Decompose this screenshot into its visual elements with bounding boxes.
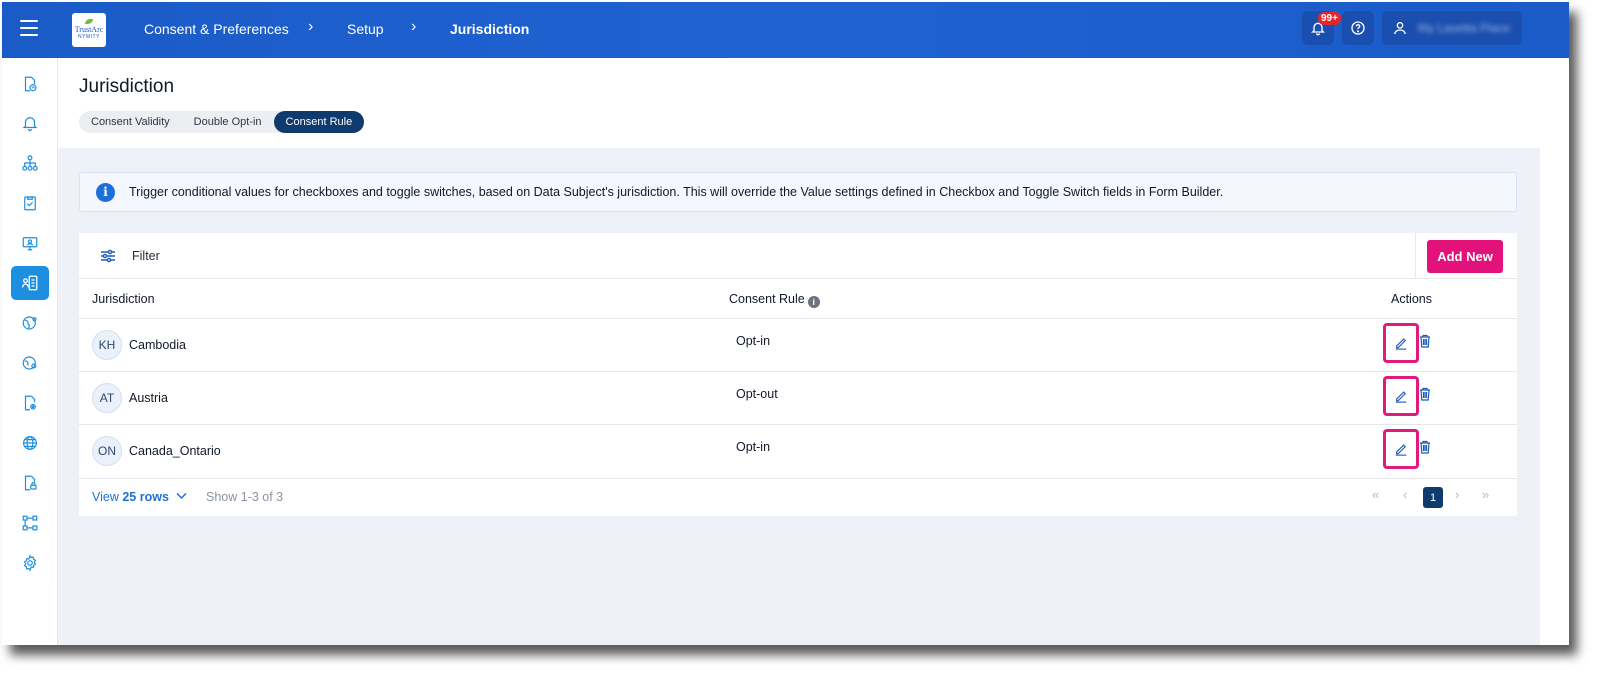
trash-icon[interactable] xyxy=(1419,334,1431,348)
sidebar-item-notifications[interactable] xyxy=(11,106,49,140)
next-page-icon[interactable]: › xyxy=(1455,487,1459,502)
globe-user-alt-icon xyxy=(22,356,37,370)
jurisdiction-avatar: ON xyxy=(92,436,122,466)
page-title: Jurisdiction xyxy=(79,76,175,97)
jurisdiction-name: Cambodia xyxy=(129,338,186,352)
form-user-icon xyxy=(21,275,38,291)
notification-badge: 99+ xyxy=(1318,12,1341,25)
document-lock-icon xyxy=(24,475,37,491)
rows-per-page-value: 25 rows xyxy=(122,490,169,504)
breadcrumb-jurisdiction: Jurisdiction xyxy=(450,21,530,37)
filter-bar: Filter Add New xyxy=(79,233,1517,279)
pencil-icon xyxy=(1395,338,1407,350)
help-icon xyxy=(1351,21,1365,35)
filter-button[interactable]: Filter xyxy=(132,249,160,263)
jurisdiction-avatar: AT xyxy=(92,383,122,413)
document-clock-icon xyxy=(24,76,37,92)
chevron-down-icon xyxy=(176,492,187,500)
sidebar-item-hierarchy[interactable] xyxy=(11,146,49,180)
sidebar-item-document-settings[interactable] xyxy=(11,386,49,420)
last-page-icon[interactable]: » xyxy=(1482,487,1489,502)
top-bar: TrustArc NYMITY Consent & Preferences › … xyxy=(2,2,1569,58)
table-row: AT Austria Opt-out xyxy=(79,371,1517,424)
app-window: TrustArc NYMITY Consent & Preferences › … xyxy=(2,2,1569,645)
sidebar-item-document-clock[interactable] xyxy=(11,67,49,101)
help-button[interactable] xyxy=(1342,11,1374,45)
rows-per-page-prefix: View xyxy=(92,490,119,504)
pagination-bar: View 25 rows Show 1-3 of 3 « ‹ 1 › » xyxy=(79,478,1517,516)
jurisdiction-name: Canada_Ontario xyxy=(129,444,221,458)
hierarchy-icon xyxy=(22,155,38,171)
divider xyxy=(1415,233,1416,279)
chevron-right-icon: › xyxy=(411,18,417,35)
column-header-actions: Actions xyxy=(1391,292,1432,306)
trash-icon[interactable] xyxy=(1419,387,1431,401)
jurisdiction-table-card: Filter Add New Jurisdiction Consent Rule… xyxy=(79,233,1517,516)
workflow-icon xyxy=(22,515,38,531)
sidebar-item-globe-user[interactable] xyxy=(11,306,49,340)
table-row: ON Canada_Ontario Opt-in xyxy=(79,424,1517,477)
main-content: Jurisdiction Consent Validity Double Opt… xyxy=(58,58,1540,645)
jurisdiction-avatar: KH xyxy=(92,330,122,360)
sidebar-item-globe-user-alt[interactable] xyxy=(11,346,49,380)
gear-icon xyxy=(23,554,37,572)
clipboard-check-icon xyxy=(24,196,36,211)
trash-icon[interactable] xyxy=(1419,440,1431,454)
info-text: Trigger conditional values for checkboxe… xyxy=(129,185,1224,199)
edit-button[interactable] xyxy=(1383,376,1419,416)
user-icon xyxy=(1394,22,1406,35)
sidebar-item-settings[interactable] xyxy=(11,546,49,580)
user-name: My Lasetta Place xyxy=(1418,21,1511,35)
hamburger-menu-icon[interactable] xyxy=(20,20,38,36)
tab-consent-rule[interactable]: Consent Rule xyxy=(273,111,365,133)
jurisdiction-name: Austria xyxy=(129,391,168,405)
trustarc-logo[interactable]: TrustArc NYMITY xyxy=(72,13,106,47)
column-header-consent-rule-wrap: Consent Rule i xyxy=(729,292,820,308)
consent-rule-value: Opt-out xyxy=(736,387,778,401)
sidebar-item-globe[interactable] xyxy=(11,426,49,460)
pencil-icon xyxy=(1395,444,1407,456)
chevron-right-icon: › xyxy=(308,18,314,35)
page-number-current[interactable]: 1 xyxy=(1423,487,1443,508)
sidebar-item-monitor[interactable] xyxy=(11,226,49,260)
tab-double-opt-in[interactable]: Double Opt-in xyxy=(182,111,274,133)
rows-per-page-dropdown[interactable]: View 25 rows xyxy=(92,490,187,504)
breadcrumb-setup[interactable]: Setup xyxy=(347,21,384,37)
consent-rule-value: Opt-in xyxy=(736,334,771,348)
table-row: KH Cambodia Opt-in xyxy=(79,318,1517,371)
user-menu-button[interactable]: My Lasetta Place xyxy=(1382,11,1522,45)
filter-sliders-icon[interactable] xyxy=(100,249,116,263)
sidebar xyxy=(2,58,58,645)
document-settings-icon xyxy=(24,395,36,411)
sidebar-item-clipboard[interactable] xyxy=(11,186,49,220)
sidebar-item-consent-forms[interactable] xyxy=(11,266,49,300)
add-new-button[interactable]: Add New xyxy=(1427,240,1503,273)
previous-page-icon[interactable]: ‹ xyxy=(1403,487,1407,502)
globe-user-icon xyxy=(22,316,37,330)
bell-icon xyxy=(22,117,38,132)
edit-button[interactable] xyxy=(1383,323,1419,363)
edit-button[interactable] xyxy=(1383,429,1419,469)
tab-group: Consent Validity Double Opt-in Consent R… xyxy=(79,111,365,133)
sidebar-item-workflow[interactable] xyxy=(11,506,49,540)
info-banner: i Trigger conditional values for checkbo… xyxy=(79,172,1517,212)
pagination-range: Show 1-3 of 3 xyxy=(206,490,284,504)
page-header: Jurisdiction Consent Validity Double Opt… xyxy=(58,58,1540,148)
consent-rule-value: Opt-in xyxy=(736,440,771,454)
monitor-user-icon xyxy=(22,237,38,251)
breadcrumb-consent-preferences[interactable]: Consent & Preferences xyxy=(144,21,289,37)
info-icon: i xyxy=(96,182,115,202)
globe-icon xyxy=(23,436,37,450)
first-page-icon[interactable]: « xyxy=(1372,487,1379,502)
column-header-jurisdiction: Jurisdiction xyxy=(92,292,155,306)
tab-consent-validity[interactable]: Consent Validity xyxy=(79,111,182,133)
sidebar-item-document-lock[interactable] xyxy=(11,466,49,500)
column-header-consent-rule: Consent Rule xyxy=(729,292,805,306)
info-icon[interactable]: i xyxy=(807,296,820,308)
pencil-icon xyxy=(1395,391,1407,403)
